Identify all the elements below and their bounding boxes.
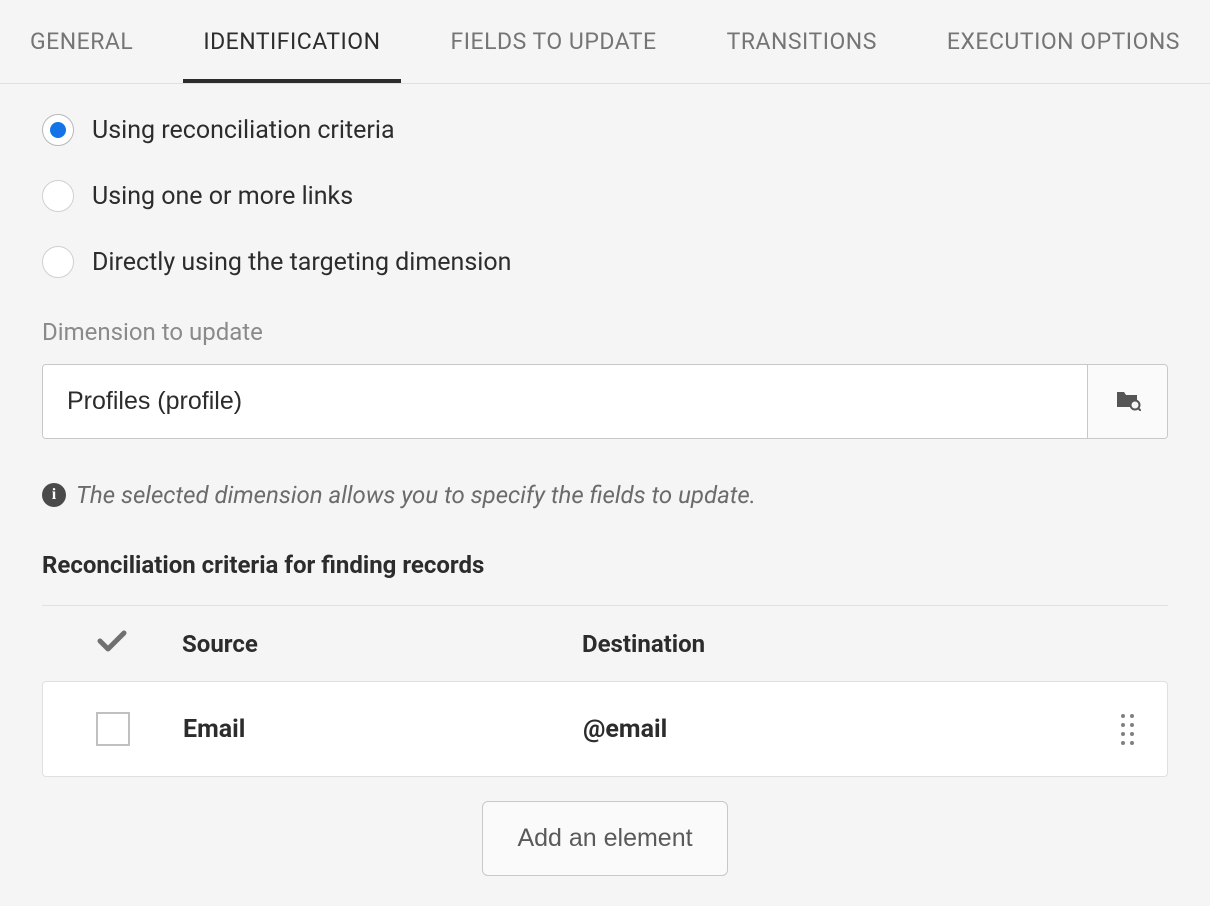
header-destination: Destination — [582, 630, 1088, 658]
row-check-cell — [43, 712, 183, 746]
tabs-bar: GENERAL IDENTIFICATION FIELDS TO UPDATE … — [0, 0, 1210, 84]
reconciliation-heading: Reconciliation criteria for finding reco… — [42, 551, 1168, 579]
radio-indicator — [42, 246, 74, 278]
drag-handle-icon[interactable] — [1121, 714, 1134, 745]
tab-fields-to-update[interactable]: FIELDS TO UPDATE — [431, 0, 677, 83]
radio-label: Using one or more links — [92, 182, 353, 211]
tab-general[interactable]: GENERAL — [10, 0, 153, 83]
header-source: Source — [182, 630, 582, 658]
tab-execution-options[interactable]: EXECUTION OPTIONS — [927, 0, 1200, 83]
criteria-table: Source Destination Email @email — [42, 605, 1168, 777]
dimension-input[interactable] — [43, 365, 1087, 438]
tab-identification[interactable]: IDENTIFICATION — [183, 0, 400, 83]
dimension-select — [42, 364, 1168, 439]
radio-targeting-dimension[interactable]: Directly using the targeting dimension — [42, 246, 1168, 278]
row-source-cell: Email — [183, 715, 583, 744]
radio-reconciliation-criteria[interactable]: Using reconciliation criteria — [42, 114, 1168, 146]
identification-mode-radios: Using reconciliation criteria Using one … — [42, 114, 1168, 278]
dimension-label: Dimension to update — [42, 318, 1168, 346]
info-icon: i — [42, 483, 66, 507]
radio-using-links[interactable]: Using one or more links — [42, 180, 1168, 212]
radio-indicator — [42, 180, 74, 212]
table-header: Source Destination — [42, 606, 1168, 681]
radio-label: Directly using the targeting dimension — [92, 248, 511, 277]
table-row[interactable]: Email @email — [42, 681, 1168, 777]
browse-icon — [1115, 389, 1141, 415]
info-row: i The selected dimension allows you to s… — [42, 481, 1168, 509]
radio-label: Using reconciliation criteria — [92, 116, 395, 145]
radio-dot-icon — [50, 122, 66, 138]
row-handle-cell — [1087, 714, 1167, 745]
header-check — [42, 626, 182, 661]
dimension-browse-button[interactable] — [1087, 365, 1167, 438]
info-text: The selected dimension allows you to spe… — [76, 481, 756, 509]
panel-content: Using reconciliation criteria Using one … — [0, 84, 1210, 906]
radio-indicator — [42, 114, 74, 146]
row-checkbox[interactable] — [96, 712, 130, 746]
tab-transitions[interactable]: TRANSITIONS — [707, 0, 897, 83]
check-icon — [97, 626, 127, 661]
row-destination-cell: @email — [583, 715, 1087, 744]
add-element-button[interactable]: Add an element — [482, 801, 727, 876]
add-button-row: Add an element — [42, 801, 1168, 876]
